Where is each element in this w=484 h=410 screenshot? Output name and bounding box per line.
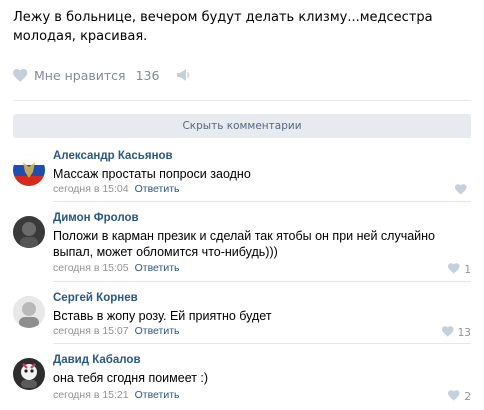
heart-icon[interactable] [448, 390, 460, 404]
comment-meta: сегодня в 15:07 Ответить [53, 325, 180, 337]
comment-meta: сегодня в 15:21 Ответить [53, 389, 180, 401]
comment-author[interactable]: Александр Касьянов [53, 150, 173, 162]
reply-link[interactable]: Ответить [135, 389, 180, 401]
hide-comments-button[interactable]: Скрыть комментарии [13, 114, 471, 138]
divider [13, 100, 471, 101]
comment-meta: сегодня в 15:04 Ответить [53, 183, 180, 195]
comment-like[interactable]: 13 [441, 326, 471, 340]
comment-like-count: 13 [457, 327, 471, 339]
comment-like-count: 1 [464, 264, 471, 276]
comment-time[interactable]: сегодня в 15:04 [53, 183, 129, 195]
comment-time[interactable]: сегодня в 15:05 [53, 262, 129, 274]
comment-text: Положи в карман презик и сделай так ятоб… [53, 229, 436, 259]
post-like-bar: Мне нравится 136 [13, 66, 191, 84]
comment-time[interactable]: сегодня в 15:07 [53, 325, 129, 337]
avatar[interactable] [13, 296, 45, 328]
like-label[interactable]: Мне нравится [34, 68, 126, 83]
avatar[interactable] [13, 154, 45, 186]
comment-divider [53, 201, 471, 202]
avatar[interactable] [13, 358, 45, 390]
like-count: 136 [135, 67, 160, 83]
comment-text: она тебя сгодня поимеет :) [53, 371, 209, 385]
comment-meta: сегодня в 15:05 Ответить [53, 262, 180, 274]
heart-icon[interactable] [13, 68, 28, 82]
post-text: Лежу в больнице, вечером будут делать кл… [13, 10, 433, 44]
reply-link[interactable]: Ответить [135, 262, 180, 274]
comment-like-count: 2 [464, 391, 471, 403]
comment-author[interactable]: Сергей Корнев [53, 292, 138, 304]
comment-like[interactable] [455, 184, 471, 198]
comment-author[interactable]: Давид Кабалов [53, 354, 141, 366]
comment-like[interactable]: 1 [448, 263, 471, 277]
comment-like[interactable]: 2 [448, 390, 471, 404]
comment-text: Вставь в жопу розу. Ей приятно будет [53, 309, 272, 323]
comment-divider [53, 281, 471, 282]
comment-time[interactable]: сегодня в 15:21 [53, 389, 129, 401]
heart-icon[interactable] [441, 326, 454, 340]
heart-icon[interactable] [448, 263, 460, 277]
reply-link[interactable]: Ответить [135, 183, 180, 195]
heart-icon[interactable] [455, 184, 467, 198]
share-icon[interactable] [175, 68, 191, 82]
comment-text: Массаж простаты попроси заодно [53, 167, 251, 181]
comment-author[interactable]: Димон Фролов [53, 212, 139, 224]
reply-link[interactable]: Ответить [135, 325, 180, 337]
avatar[interactable] [13, 216, 45, 248]
comment-divider [53, 343, 471, 344]
